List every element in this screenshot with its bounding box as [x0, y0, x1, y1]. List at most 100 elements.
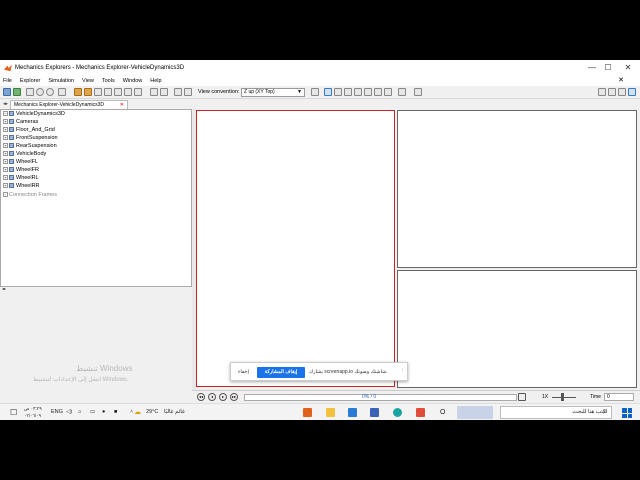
minimize-button[interactable]: — — [584, 60, 600, 75]
timeline-track[interactable] — [244, 394, 517, 401]
tree-item-cameras[interactable]: + Cameras — [3, 119, 38, 125]
stop-sharing-button[interactable]: إيقاف المشاركة — [257, 367, 305, 378]
expand-icon[interactable]: + — [3, 135, 8, 141]
menu-help[interactable]: Help — [150, 78, 161, 84]
menu-view[interactable]: View — [82, 78, 94, 84]
refresh-icon[interactable] — [13, 88, 21, 96]
windows-start-icon[interactable] — [622, 408, 632, 418]
rewind-icon[interactable]: ◂◂ — [197, 393, 205, 401]
step-back-icon[interactable]: ◂ — [208, 393, 216, 401]
expand-icon[interactable]: + — [3, 159, 8, 165]
axes-icon[interactable] — [104, 88, 112, 96]
labels-icon[interactable] — [134, 88, 142, 96]
tree-item-floor[interactable]: + Floor_And_Grid — [3, 127, 55, 133]
weather-temperature[interactable]: 29°C — [146, 404, 158, 420]
collapse-icon[interactable]: − — [3, 111, 8, 117]
layout-split-icon[interactable] — [608, 88, 616, 96]
view-convention-select[interactable]: Z up (XY Top) ▼ — [241, 88, 305, 97]
open-icon[interactable] — [3, 88, 11, 96]
frames-icon[interactable] — [94, 88, 102, 96]
tree-item-vehicle-body[interactable]: + VehicleBody — [3, 151, 46, 157]
single-view-icon[interactable] — [160, 88, 168, 96]
center-icon[interactable] — [114, 88, 122, 96]
menu-close-icon[interactable]: ✕ — [618, 75, 624, 86]
track-icon[interactable] — [414, 88, 422, 96]
camera-tray-icon[interactable]: ■ — [114, 404, 117, 420]
tree-item-connection-frames[interactable]: + Connection Frames — [3, 192, 57, 198]
battery-icon[interactable]: ▭ — [90, 404, 95, 420]
speed-slider[interactable] — [552, 397, 576, 398]
layout-columns-icon[interactable] — [618, 88, 626, 96]
split-view-icon[interactable] — [150, 88, 158, 96]
drag-handle-icon[interactable]: ⁞ — [402, 368, 403, 374]
box-view-icon[interactable] — [84, 88, 92, 96]
menu-explorer[interactable]: Explorer — [20, 78, 40, 84]
tree-item-wheel-rl[interactable]: + WheelRL — [3, 175, 39, 181]
matlab-taskbar-icon[interactable] — [303, 408, 312, 417]
menu-simulation[interactable]: Simulation — [48, 78, 74, 84]
tree-item-wheel-fl[interactable]: + WheelFL — [3, 159, 38, 165]
expand-icon[interactable]: + — [3, 143, 8, 149]
tab-scroll-icon[interactable]: ◂▸ — [3, 101, 8, 107]
settings-icon[interactable] — [58, 88, 66, 96]
record-icon[interactable] — [184, 88, 192, 96]
select-arrow-icon[interactable] — [324, 88, 332, 96]
fit-icon[interactable] — [311, 88, 319, 96]
notification-icon[interactable]: ☐ — [10, 404, 17, 420]
chevron-up-icon[interactable]: ˄ — [130, 404, 133, 420]
solid-view-icon[interactable] — [74, 88, 82, 96]
expand-icon[interactable]: + — [3, 119, 8, 125]
menu-file[interactable]: File — [3, 78, 12, 84]
file-explorer-icon[interactable] — [326, 408, 335, 417]
speed-slider-handle[interactable] — [561, 393, 564, 401]
fast-forward-icon[interactable]: ▸▸ — [230, 393, 238, 401]
menu-window[interactable]: Window — [123, 78, 143, 84]
view-pane-main[interactable] — [196, 110, 395, 387]
tree-item-front-suspension[interactable]: + FrontSuspension — [3, 135, 58, 141]
dismiss-button[interactable]: إخفاء — [235, 368, 252, 377]
tree-root[interactable]: − VehicleDynamics3D — [3, 111, 65, 117]
run-icon[interactable] — [26, 88, 34, 96]
menu-tools[interactable]: Tools — [102, 78, 115, 84]
play-icon[interactable]: ▸ — [219, 393, 227, 401]
expand-icon[interactable]: + — [3, 167, 8, 173]
view-pane-bottom-right[interactable] — [397, 270, 637, 388]
microphone-icon[interactable]: ● — [102, 404, 105, 420]
record-video-icon[interactable] — [518, 393, 526, 401]
maximize-button[interactable]: ☐ — [600, 60, 616, 75]
view-pane-top-right[interactable] — [397, 110, 637, 268]
weather-text[interactable]: غائم غالبًا — [164, 404, 185, 420]
camera-view-icon[interactable] — [398, 88, 406, 96]
office-icon[interactable] — [416, 408, 425, 417]
spin-icon[interactable] — [344, 88, 352, 96]
search-icon[interactable]: ⌕ — [603, 404, 607, 420]
expand-icon[interactable]: + — [3, 183, 8, 189]
expand-icon[interactable]: + — [3, 127, 8, 133]
zoom-box-icon[interactable] — [374, 88, 382, 96]
search-input[interactable]: اكتب هنا للبحث — [500, 406, 612, 419]
expand-icon[interactable]: + — [3, 175, 8, 181]
pause-icon[interactable] — [36, 88, 44, 96]
layout-single-icon[interactable] — [628, 88, 636, 96]
network-icon[interactable]: ⌂ — [78, 404, 81, 420]
tree-item-rear-suspension[interactable]: + RearSuspension — [3, 143, 57, 149]
edge-icon[interactable] — [393, 408, 402, 417]
camera-icon[interactable] — [174, 88, 182, 96]
close-button[interactable]: ✕ — [620, 60, 636, 75]
expand-icon[interactable]: + — [3, 192, 8, 198]
expand-icon[interactable]: + — [3, 151, 8, 157]
rotate-icon[interactable] — [334, 88, 342, 96]
store-icon[interactable] — [370, 408, 379, 417]
zoom-icon[interactable] — [364, 88, 372, 96]
task-view-icon[interactable]: O — [440, 404, 445, 420]
tree-item-wheel-fr[interactable]: + WheelFR — [3, 167, 39, 173]
zoom-out-icon[interactable] — [384, 88, 392, 96]
tab-close-icon[interactable]: ✕ — [120, 101, 124, 109]
tree-item-wheel-rr[interactable]: + WheelRR — [3, 183, 40, 189]
widgets-thumbnail-icon[interactable] — [457, 406, 493, 419]
stop-icon[interactable] — [46, 88, 54, 96]
pan-icon[interactable] — [354, 88, 362, 96]
language-indicator[interactable]: ENG — [51, 404, 63, 420]
volume-icon[interactable]: ◁) — [66, 404, 72, 420]
mail-icon[interactable] — [348, 408, 357, 417]
